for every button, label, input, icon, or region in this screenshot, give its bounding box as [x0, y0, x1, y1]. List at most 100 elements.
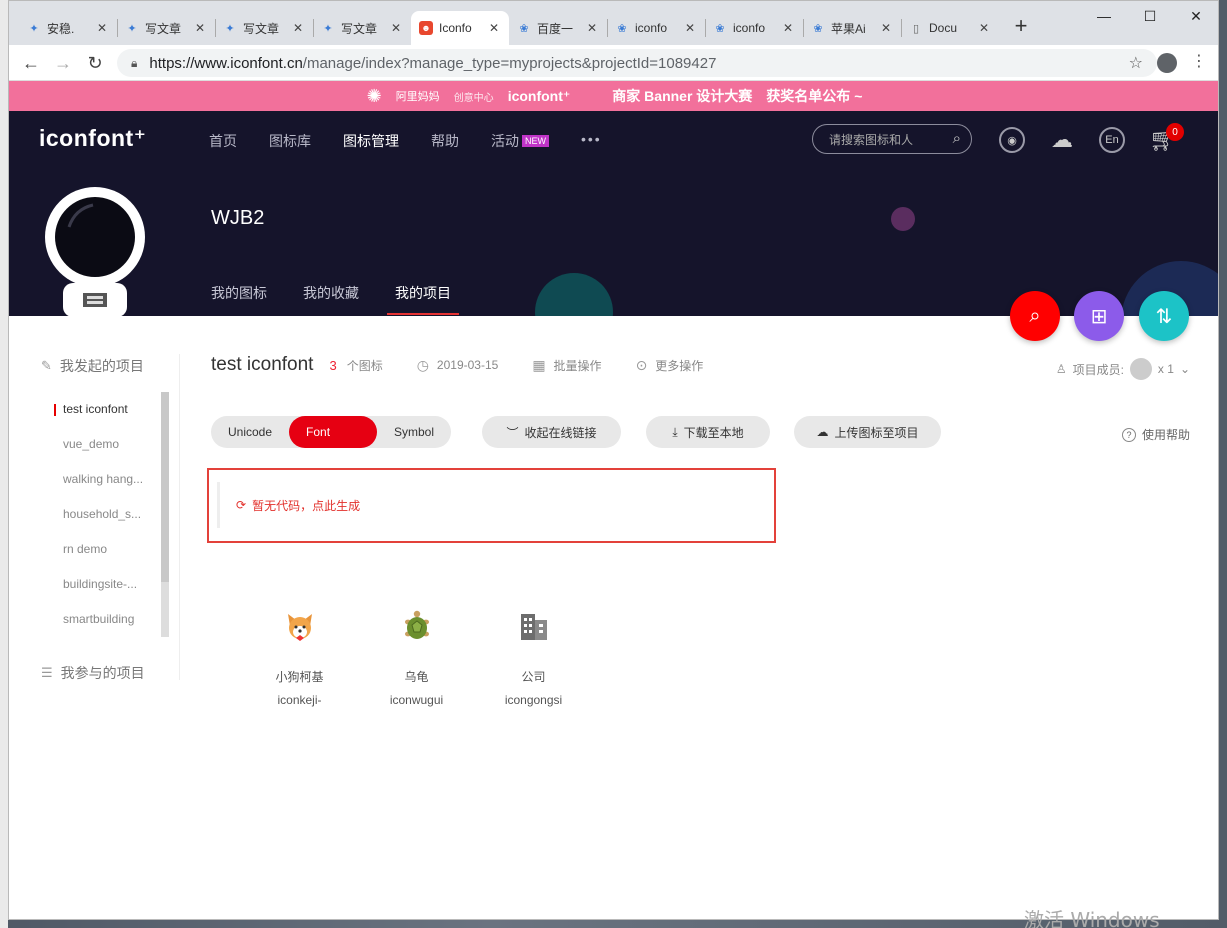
grid-icon: ▦ [532, 356, 546, 373]
project-item[interactable]: rn demo [41, 532, 149, 567]
project-item[interactable]: buildingsite-... [41, 567, 149, 602]
site-logo[interactable]: iconfont⁺ [39, 125, 146, 152]
add-folder-fab-button[interactable]: ⊞ [1074, 291, 1124, 341]
maximize-button[interactable]: ☐ [1127, 1, 1173, 31]
generate-code-link[interactable]: ⟳ 暂无代码，点此生成 [217, 482, 762, 528]
nav-activity[interactable]: 活动 NEW [491, 131, 549, 151]
symbol-tab[interactable]: Symbol [377, 416, 451, 448]
tab-strip: ✦ 安稳. ✕ ✦ 写文章 ✕ ✦ 写文章 ✕ ✦ 写文章 ✕ ☻ Iconfo… [9, 1, 1218, 45]
scrollbar-thumb[interactable] [161, 392, 169, 582]
nav-home[interactable]: 首页 [209, 131, 237, 151]
more-operations-button[interactable]: ⊙ 更多操作 [636, 357, 704, 374]
project-members[interactable]: ♙ 项目成员: x 1 ⌄ [1056, 358, 1190, 380]
joined-projects-heading[interactable]: ☰ 我参与的项目 [41, 661, 181, 685]
close-tab-icon[interactable]: ✕ [291, 21, 305, 35]
nav-help[interactable]: 帮助 [431, 131, 459, 151]
project-item[interactable]: walking hang... [41, 462, 149, 497]
lock-icon: 🔒︎ [131, 55, 138, 70]
project-list-scrollbar[interactable] [161, 392, 169, 637]
usage-help-link[interactable]: ? 使用帮助 [1121, 426, 1190, 443]
code-panel-highlight: ⟳ 暂无代码，点此生成 [207, 468, 776, 543]
icon-count-label: 个图标 [346, 358, 383, 373]
tab-title: 百度一 [537, 21, 574, 36]
browser-tab[interactable]: ▯ Docu ✕ [901, 11, 999, 45]
close-tab-icon[interactable]: ✕ [977, 21, 991, 35]
sidebar-divider [179, 354, 180, 680]
github-icon[interactable]: ◉ [999, 127, 1025, 153]
nav-icon-library[interactable]: 图标库 [269, 131, 311, 151]
members-count: x 1 [1157, 362, 1174, 376]
project-item[interactable]: vue_demo [41, 427, 149, 462]
browser-tab[interactable]: ✦ 写文章 ✕ [313, 11, 411, 45]
bookmark-star-icon[interactable]: ☆ [1129, 53, 1143, 73]
close-tab-icon[interactable]: ✕ [487, 21, 501, 35]
download-button[interactable]: ⤓ 下载至本地 [646, 416, 770, 448]
account-avatar-icon[interactable] [1157, 53, 1177, 73]
forward-arrow-icon[interactable]: → [51, 51, 75, 75]
tab-my-icons[interactable]: 我的图标 [211, 283, 267, 303]
close-tab-icon[interactable]: ✕ [585, 21, 599, 35]
reload-icon[interactable]: ↻ [83, 51, 107, 75]
minimize-button[interactable]: — [1081, 1, 1127, 31]
search-icon[interactable]: ⌕ [953, 130, 961, 147]
browser-tab[interactable]: ❀ iconfo ✕ [705, 11, 803, 45]
upload-cloud-icon[interactable]: ☁ [1049, 127, 1075, 153]
new-tab-button[interactable]: + [1009, 13, 1033, 39]
batch-operations-button[interactable]: ▦ 批量操作 [532, 357, 601, 374]
batch-label: 批量操作 [553, 358, 602, 373]
browser-menu-icon[interactable]: ⋮ [1191, 51, 1207, 71]
browser-tab[interactable]: ✦ 安稳. ✕ [19, 11, 117, 45]
url-input[interactable]: 🔒︎ https://www.iconfont.cn/manage/index?… [117, 49, 1157, 77]
project-item[interactable]: smartbuilding [41, 602, 149, 637]
icon-code: iconwugui [389, 693, 444, 707]
font-class-tab[interactable]: Font class [289, 416, 377, 471]
astronaut-avatar[interactable] [45, 187, 145, 316]
download-label: 下载至本地 [683, 425, 744, 440]
close-tab-icon[interactable]: ✕ [389, 21, 403, 35]
close-tab-icon[interactable]: ✕ [193, 21, 207, 35]
back-arrow-icon[interactable]: ← [19, 51, 43, 75]
close-tab-icon[interactable]: ✕ [683, 21, 697, 35]
language-en-icon[interactable]: En [1099, 127, 1125, 153]
browser-tab-active[interactable]: ☻ Iconfo ✕ [411, 11, 509, 45]
project-item[interactable]: household_s... [41, 497, 149, 532]
unicode-tab[interactable]: Unicode [211, 416, 289, 448]
more-dots-icon[interactable]: ••• [581, 131, 602, 151]
search-fab-button[interactable]: ⌕ [1010, 291, 1060, 341]
sort-fab-button[interactable]: ⇅ [1139, 291, 1189, 341]
tab-my-projects[interactable]: 我的项目 [395, 283, 451, 303]
project-title: test iconfont [211, 354, 314, 375]
browser-tab[interactable]: ❀ 苹果Ai ✕ [803, 11, 901, 45]
icon-name: 乌龟 [404, 670, 429, 684]
close-tab-icon[interactable]: ✕ [879, 21, 893, 35]
browser-tab[interactable]: ❀ 百度一 ✕ [509, 11, 607, 45]
browser-tab[interactable]: ✦ 写文章 ✕ [117, 11, 215, 45]
icon-card[interactable]: 公司 icongongsi [475, 606, 592, 707]
tab-my-favorites[interactable]: 我的收藏 [303, 283, 359, 303]
flower-logo-icon: ✺ [366, 85, 382, 106]
close-tab-icon[interactable]: ✕ [781, 21, 795, 35]
project-header: test iconfont 3 个图标 ◷ 2019-03-15 ▦ 批量操作 ⊙ 更… [211, 354, 703, 376]
chevron-down-icon: ⌄ [1179, 362, 1190, 376]
clock-icon: ◷ [416, 356, 429, 373]
icon-card[interactable]: 乌龟 iconwugui [358, 606, 475, 707]
empty-code-text: 暂无代码，点此生成 [252, 498, 361, 513]
upload-button[interactable]: ☁ 上传图标至项目 [794, 416, 941, 448]
icon-card[interactable]: 小狗柯基 iconkeji- [241, 606, 358, 707]
banner-headline: 商家 Banner 设计大赛 [612, 88, 753, 104]
collapse-link-button[interactable]: ︶ 收起在线链接 [482, 416, 621, 448]
background-window-edge [0, 0, 8, 928]
code-type-segment: Unicode Font class Symbol [211, 416, 451, 471]
project-item[interactable]: test iconfont [41, 392, 149, 427]
close-window-button[interactable]: ✕ [1173, 1, 1218, 31]
promo-banner[interactable]: ✺ 阿里妈妈 创意中心 iconfont⁺ 商家 Banner 设计大赛 获奖名… [9, 81, 1218, 111]
browser-tab[interactable]: ✦ 写文章 ✕ [215, 11, 313, 45]
site-header: iconfont⁺ 首页 图标库 图标管理 帮助 活动 NEW ••• 请搜索图标… [9, 111, 1218, 316]
browser-window: ✦ 安稳. ✕ ✦ 写文章 ✕ ✦ 写文章 ✕ ✦ 写文章 ✕ ☻ Iconfo… [8, 0, 1219, 920]
browser-tab[interactable]: ❀ iconfo ✕ [607, 11, 705, 45]
nav-icon-manage[interactable]: 图标管理 [343, 131, 399, 151]
created-projects-heading[interactable]: ✎ 我发起的项目 [41, 354, 181, 378]
paw-icon: ✦ [29, 22, 39, 35]
close-tab-icon[interactable]: ✕ [95, 21, 109, 35]
header-search-input[interactable]: 请搜索图标和人 ⌕ [812, 124, 972, 154]
